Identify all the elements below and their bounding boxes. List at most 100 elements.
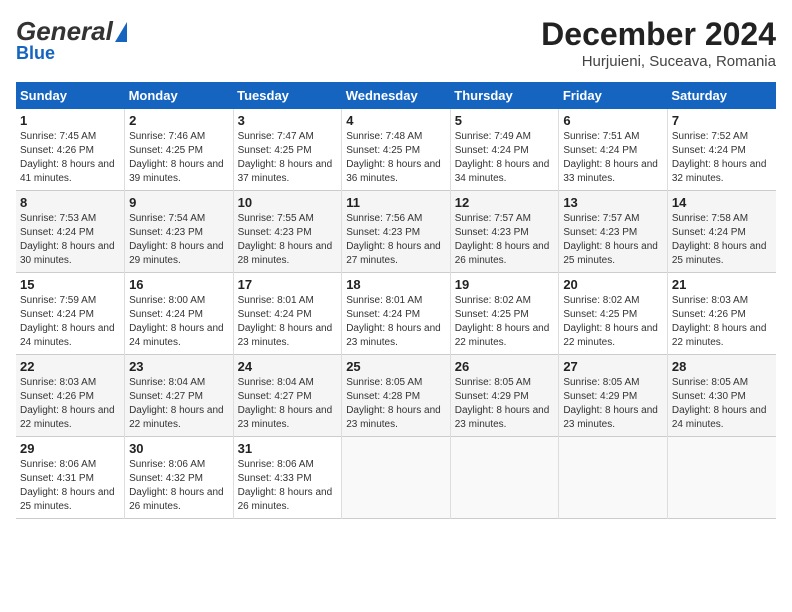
calendar-cell	[450, 437, 559, 519]
day-number: 29	[20, 441, 120, 456]
day-number: 12	[455, 195, 555, 210]
header-sunday: Sunday	[16, 82, 125, 109]
calendar-cell: 7 Sunrise: 7:52 AMSunset: 4:24 PMDayligh…	[667, 109, 776, 191]
day-info: Sunrise: 7:51 AMSunset: 4:24 PMDaylight:…	[563, 131, 658, 184]
day-info: Sunrise: 8:04 AMSunset: 4:27 PMDaylight:…	[129, 377, 224, 430]
calendar-cell: 22 Sunrise: 8:03 AMSunset: 4:26 PMDaylig…	[16, 355, 125, 437]
calendar-week-row: 1 Sunrise: 7:45 AMSunset: 4:26 PMDayligh…	[16, 109, 776, 191]
day-info: Sunrise: 7:47 AMSunset: 4:25 PMDaylight:…	[238, 131, 333, 184]
day-number: 21	[672, 277, 772, 292]
calendar-cell: 6 Sunrise: 7:51 AMSunset: 4:24 PMDayligh…	[559, 109, 668, 191]
calendar-week-row: 22 Sunrise: 8:03 AMSunset: 4:26 PMDaylig…	[16, 355, 776, 437]
calendar-cell: 20 Sunrise: 8:02 AMSunset: 4:25 PMDaylig…	[559, 273, 668, 355]
calendar-cell: 23 Sunrise: 8:04 AMSunset: 4:27 PMDaylig…	[125, 355, 234, 437]
day-number: 15	[20, 277, 120, 292]
calendar-cell: 28 Sunrise: 8:05 AMSunset: 4:30 PMDaylig…	[667, 355, 776, 437]
day-number: 1	[20, 113, 120, 128]
day-number: 30	[129, 441, 229, 456]
day-info: Sunrise: 8:06 AMSunset: 4:31 PMDaylight:…	[20, 459, 115, 512]
calendar-cell: 8 Sunrise: 7:53 AMSunset: 4:24 PMDayligh…	[16, 191, 125, 273]
title-area: December 2024 Hurjuieni, Suceava, Romani…	[541, 16, 776, 70]
header-monday: Monday	[125, 82, 234, 109]
day-number: 27	[563, 359, 663, 374]
day-number: 22	[20, 359, 120, 374]
calendar-week-row: 29 Sunrise: 8:06 AMSunset: 4:31 PMDaylig…	[16, 437, 776, 519]
calendar-cell: 21 Sunrise: 8:03 AMSunset: 4:26 PMDaylig…	[667, 273, 776, 355]
calendar-cell: 4 Sunrise: 7:48 AMSunset: 4:25 PMDayligh…	[342, 109, 451, 191]
logo-triangle-icon	[115, 22, 127, 42]
day-info: Sunrise: 8:06 AMSunset: 4:33 PMDaylight:…	[238, 459, 333, 512]
calendar-cell: 2 Sunrise: 7:46 AMSunset: 4:25 PMDayligh…	[125, 109, 234, 191]
header-friday: Friday	[559, 82, 668, 109]
day-info: Sunrise: 7:45 AMSunset: 4:26 PMDaylight:…	[20, 131, 115, 184]
header-tuesday: Tuesday	[233, 82, 342, 109]
day-info: Sunrise: 7:56 AMSunset: 4:23 PMDaylight:…	[346, 213, 441, 266]
day-info: Sunrise: 8:02 AMSunset: 4:25 PMDaylight:…	[563, 295, 658, 348]
day-info: Sunrise: 8:03 AMSunset: 4:26 PMDaylight:…	[672, 295, 767, 348]
calendar-cell: 14 Sunrise: 7:58 AMSunset: 4:24 PMDaylig…	[667, 191, 776, 273]
day-number: 9	[129, 195, 229, 210]
calendar-cell: 11 Sunrise: 7:56 AMSunset: 4:23 PMDaylig…	[342, 191, 451, 273]
calendar-cell: 29 Sunrise: 8:06 AMSunset: 4:31 PMDaylig…	[16, 437, 125, 519]
day-number: 17	[238, 277, 338, 292]
calendar-cell: 16 Sunrise: 8:00 AMSunset: 4:24 PMDaylig…	[125, 273, 234, 355]
calendar-cell: 24 Sunrise: 8:04 AMSunset: 4:27 PMDaylig…	[233, 355, 342, 437]
day-info: Sunrise: 7:55 AMSunset: 4:23 PMDaylight:…	[238, 213, 333, 266]
calendar-week-row: 8 Sunrise: 7:53 AMSunset: 4:24 PMDayligh…	[16, 191, 776, 273]
day-info: Sunrise: 7:48 AMSunset: 4:25 PMDaylight:…	[346, 131, 441, 184]
header: General Blue December 2024 Hurjuieni, Su…	[16, 16, 776, 70]
day-info: Sunrise: 7:49 AMSunset: 4:24 PMDaylight:…	[455, 131, 550, 184]
day-info: Sunrise: 7:57 AMSunset: 4:23 PMDaylight:…	[563, 213, 658, 266]
day-number: 31	[238, 441, 338, 456]
calendar-cell: 30 Sunrise: 8:06 AMSunset: 4:32 PMDaylig…	[125, 437, 234, 519]
day-number: 20	[563, 277, 663, 292]
day-number: 11	[346, 195, 446, 210]
calendar-cell: 26 Sunrise: 8:05 AMSunset: 4:29 PMDaylig…	[450, 355, 559, 437]
day-number: 2	[129, 113, 229, 128]
calendar-cell: 17 Sunrise: 8:01 AMSunset: 4:24 PMDaylig…	[233, 273, 342, 355]
calendar-cell	[559, 437, 668, 519]
calendar-cell: 25 Sunrise: 8:05 AMSunset: 4:28 PMDaylig…	[342, 355, 451, 437]
day-info: Sunrise: 8:05 AMSunset: 4:30 PMDaylight:…	[672, 377, 767, 430]
day-info: Sunrise: 8:00 AMSunset: 4:24 PMDaylight:…	[129, 295, 224, 348]
day-info: Sunrise: 8:04 AMSunset: 4:27 PMDaylight:…	[238, 377, 333, 430]
calendar-cell: 19 Sunrise: 8:02 AMSunset: 4:25 PMDaylig…	[450, 273, 559, 355]
calendar-week-row: 15 Sunrise: 7:59 AMSunset: 4:24 PMDaylig…	[16, 273, 776, 355]
day-number: 7	[672, 113, 772, 128]
day-number: 3	[238, 113, 338, 128]
day-info: Sunrise: 7:53 AMSunset: 4:24 PMDaylight:…	[20, 213, 115, 266]
day-number: 13	[563, 195, 663, 210]
day-info: Sunrise: 8:05 AMSunset: 4:29 PMDaylight:…	[455, 377, 550, 430]
day-number: 25	[346, 359, 446, 374]
day-number: 23	[129, 359, 229, 374]
day-info: Sunrise: 7:57 AMSunset: 4:23 PMDaylight:…	[455, 213, 550, 266]
calendar-cell: 9 Sunrise: 7:54 AMSunset: 4:23 PMDayligh…	[125, 191, 234, 273]
day-number: 19	[455, 277, 555, 292]
day-info: Sunrise: 8:01 AMSunset: 4:24 PMDaylight:…	[238, 295, 333, 348]
calendar-cell: 10 Sunrise: 7:55 AMSunset: 4:23 PMDaylig…	[233, 191, 342, 273]
calendar-cell: 3 Sunrise: 7:47 AMSunset: 4:25 PMDayligh…	[233, 109, 342, 191]
day-number: 10	[238, 195, 338, 210]
day-info: Sunrise: 8:05 AMSunset: 4:29 PMDaylight:…	[563, 377, 658, 430]
header-saturday: Saturday	[667, 82, 776, 109]
calendar-cell: 1 Sunrise: 7:45 AMSunset: 4:26 PMDayligh…	[16, 109, 125, 191]
day-info: Sunrise: 8:03 AMSunset: 4:26 PMDaylight:…	[20, 377, 115, 430]
day-info: Sunrise: 7:46 AMSunset: 4:25 PMDaylight:…	[129, 131, 224, 184]
calendar-table: Sunday Monday Tuesday Wednesday Thursday…	[16, 82, 776, 519]
day-info: Sunrise: 8:02 AMSunset: 4:25 PMDaylight:…	[455, 295, 550, 348]
day-info: Sunrise: 7:59 AMSunset: 4:24 PMDaylight:…	[20, 295, 115, 348]
calendar-cell: 27 Sunrise: 8:05 AMSunset: 4:29 PMDaylig…	[559, 355, 668, 437]
calendar-cell	[667, 437, 776, 519]
calendar-cell: 18 Sunrise: 8:01 AMSunset: 4:24 PMDaylig…	[342, 273, 451, 355]
day-number: 5	[455, 113, 555, 128]
calendar-cell: 12 Sunrise: 7:57 AMSunset: 4:23 PMDaylig…	[450, 191, 559, 273]
day-number: 8	[20, 195, 120, 210]
logo-blue-text: Blue	[16, 43, 127, 64]
day-info: Sunrise: 7:54 AMSunset: 4:23 PMDaylight:…	[129, 213, 224, 266]
day-number: 28	[672, 359, 772, 374]
calendar-cell: 31 Sunrise: 8:06 AMSunset: 4:33 PMDaylig…	[233, 437, 342, 519]
calendar-header-row: Sunday Monday Tuesday Wednesday Thursday…	[16, 82, 776, 109]
calendar-cell	[342, 437, 451, 519]
day-number: 4	[346, 113, 446, 128]
day-info: Sunrise: 8:05 AMSunset: 4:28 PMDaylight:…	[346, 377, 441, 430]
